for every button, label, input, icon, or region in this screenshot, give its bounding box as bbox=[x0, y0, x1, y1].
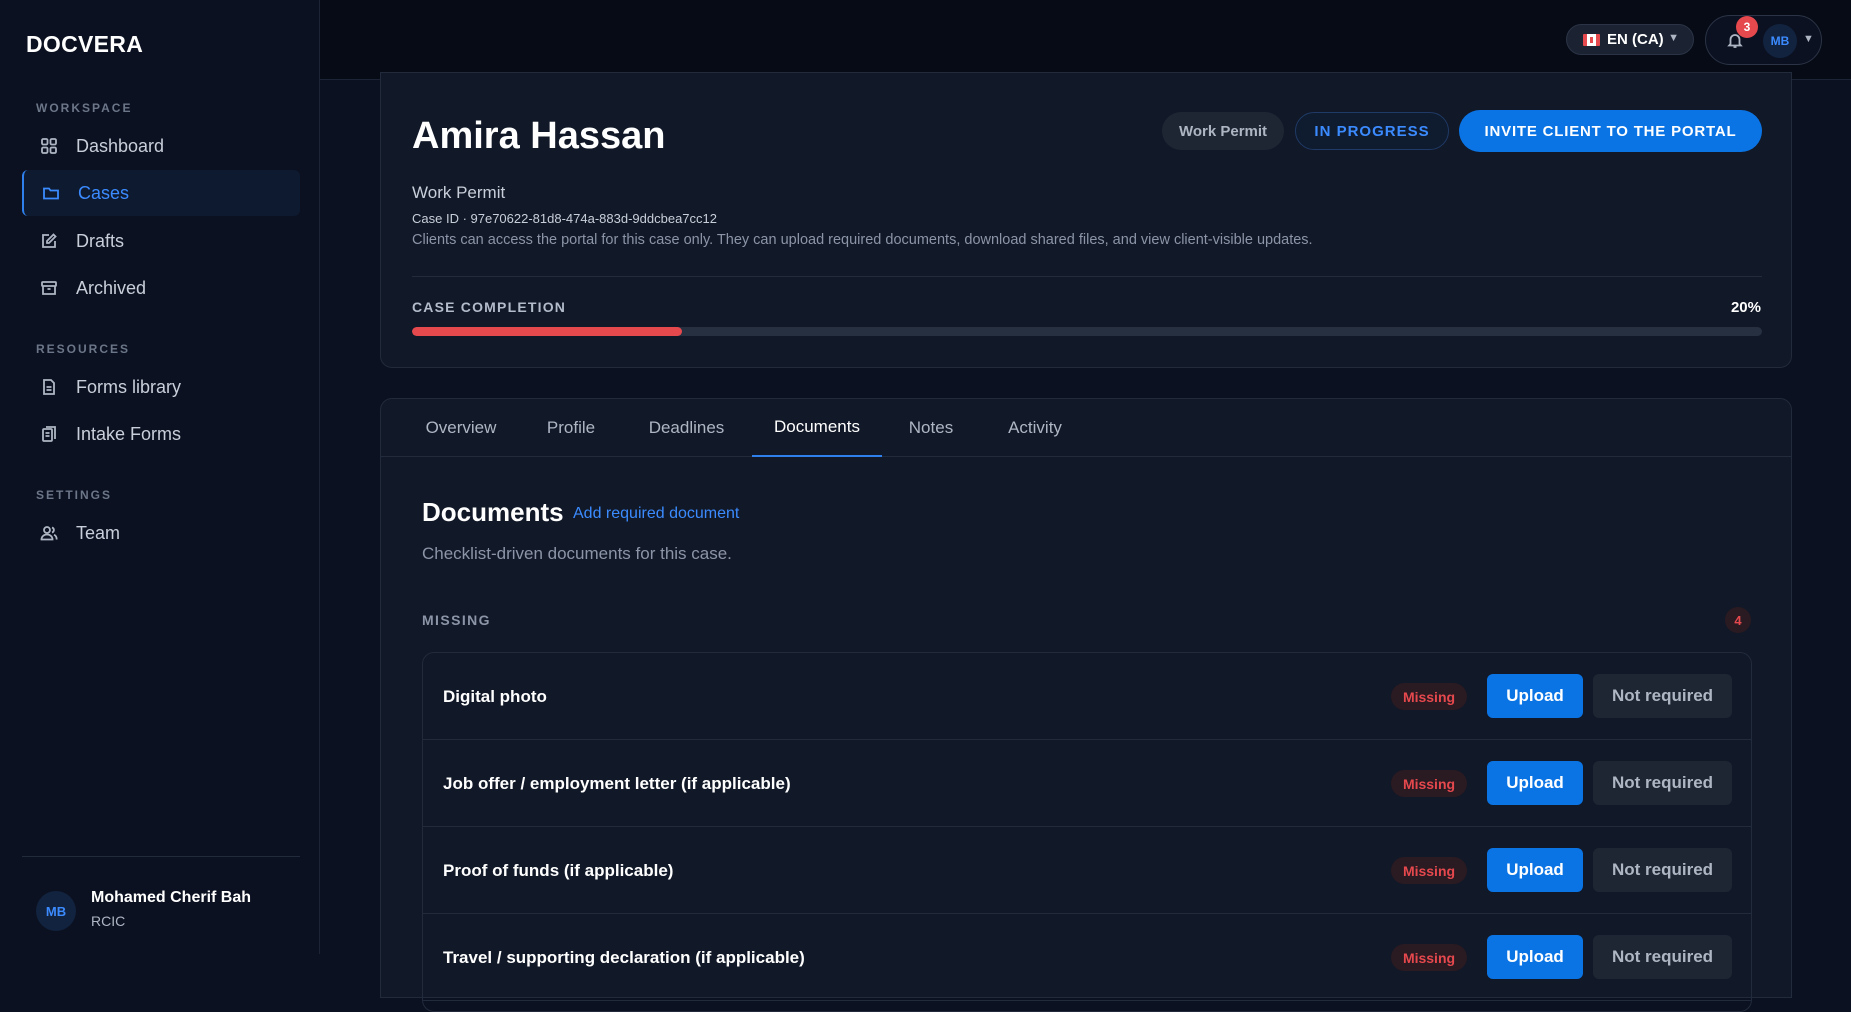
missing-count-badge: 4 bbox=[1725, 607, 1751, 633]
users-icon bbox=[40, 524, 58, 542]
invite-client-button[interactable]: INVITE CLIENT TO THE PORTAL bbox=[1459, 110, 1762, 152]
sidebar-item-label: Drafts bbox=[76, 230, 125, 251]
language-label: EN (CA) bbox=[1607, 31, 1664, 48]
page-title: Amira Hassan bbox=[412, 115, 666, 157]
upload-button[interactable]: Upload bbox=[1487, 848, 1583, 892]
list-item: Proof of funds (if applicable) Missing U… bbox=[423, 827, 1751, 914]
edit-icon bbox=[40, 232, 58, 250]
sidebar: DOCVERA WORKSPACE Dashboard Cases Drafts… bbox=[0, 0, 320, 954]
documents-subtitle: Checklist-driven documents for this case… bbox=[422, 544, 732, 563]
sidebar-item-intake-forms[interactable]: Intake Forms bbox=[22, 411, 300, 457]
sidebar-item-label: Cases bbox=[78, 182, 130, 203]
sidebar-item-team[interactable]: Team bbox=[22, 510, 300, 556]
document-name: Digital photo bbox=[443, 687, 547, 706]
section-label-resources: RESOURCES bbox=[36, 342, 131, 356]
documents-title: Documents bbox=[422, 497, 564, 527]
sidebar-item-dashboard[interactable]: Dashboard bbox=[22, 123, 300, 169]
archive-icon bbox=[40, 279, 58, 297]
avatar[interactable]: MB bbox=[36, 891, 76, 931]
language-selector[interactable]: EN (CA) ▼ bbox=[1566, 24, 1694, 55]
document-icon bbox=[40, 378, 58, 396]
status-badge: IN PROGRESS bbox=[1295, 112, 1449, 150]
sidebar-item-archived[interactable]: Archived bbox=[22, 265, 300, 311]
sidebar-divider bbox=[22, 856, 300, 857]
case-type: Work Permit bbox=[412, 183, 506, 202]
not-required-button[interactable]: Not required bbox=[1593, 761, 1732, 805]
status-badge: Missing bbox=[1391, 944, 1467, 971]
chevron-down-icon[interactable]: ▼ bbox=[1803, 33, 1814, 45]
document-name: Travel / supporting declaration (if appl… bbox=[443, 948, 805, 967]
document-name: Job offer / employment letter (if applic… bbox=[443, 774, 791, 793]
list-item: Job offer / employment letter (if applic… bbox=[423, 740, 1751, 827]
upload-button[interactable]: Upload bbox=[1487, 674, 1583, 718]
brand-logo[interactable]: DOCVERA bbox=[26, 31, 143, 58]
status-badge: Missing bbox=[1391, 683, 1467, 710]
completion-progress-bar bbox=[412, 327, 1762, 336]
sidebar-item-forms-library[interactable]: Forms library bbox=[22, 364, 300, 410]
chevron-down-icon: ▼ bbox=[1668, 32, 1679, 44]
user-menu[interactable]: 3 MB ▼ bbox=[1705, 15, 1822, 65]
notification-badge: 3 bbox=[1736, 16, 1758, 38]
missing-section-label: MISSING bbox=[422, 612, 491, 628]
clipboard-icon bbox=[40, 425, 58, 443]
upload-button[interactable]: Upload bbox=[1487, 935, 1583, 979]
tab-profile[interactable]: Profile bbox=[521, 399, 621, 457]
list-item: Travel / supporting declaration (if appl… bbox=[423, 914, 1751, 1001]
case-id: Case ID · 97e70622-81d8-474a-883d-9ddcbe… bbox=[412, 211, 717, 226]
completion-label: CASE COMPLETION bbox=[412, 299, 567, 315]
sidebar-item-cases[interactable]: Cases bbox=[22, 170, 300, 216]
documents-card: Overview Profile Deadlines Documents Not… bbox=[380, 398, 1792, 1012]
case-type-chip: Work Permit bbox=[1162, 112, 1284, 150]
case-description: Clients can access the portal for this c… bbox=[412, 232, 1313, 248]
sidebar-item-label: Dashboard bbox=[76, 135, 165, 156]
case-header-card: Amira Hassan Work Permit Case ID · 97e70… bbox=[380, 72, 1792, 368]
divider bbox=[412, 276, 1762, 277]
tab-documents[interactable]: Documents bbox=[752, 399, 882, 457]
document-name: Proof of funds (if applicable) bbox=[443, 861, 674, 880]
sidebar-item-label: Intake Forms bbox=[76, 423, 182, 444]
not-required-button[interactable]: Not required bbox=[1593, 848, 1732, 892]
status-badge: Missing bbox=[1391, 770, 1467, 797]
not-required-button[interactable]: Not required bbox=[1593, 674, 1732, 718]
sidebar-item-drafts[interactable]: Drafts bbox=[22, 218, 300, 264]
completion-progress-fill bbox=[412, 327, 682, 336]
section-label-settings: SETTINGS bbox=[36, 488, 113, 502]
folder-icon bbox=[42, 184, 60, 202]
sidebar-item-label: Forms library bbox=[76, 376, 182, 397]
section-label-workspace: WORKSPACE bbox=[36, 101, 133, 115]
tab-activity[interactable]: Activity bbox=[980, 399, 1090, 457]
add-required-document-link[interactable]: Add required document bbox=[573, 505, 739, 523]
user-role: RCIC bbox=[91, 913, 126, 929]
tab-deadlines[interactable]: Deadlines bbox=[621, 399, 752, 457]
sidebar-item-label: Team bbox=[76, 522, 121, 543]
sidebar-item-label: Archived bbox=[76, 277, 147, 298]
list-item: Digital photo Missing Upload Not require… bbox=[423, 653, 1751, 740]
canada-flag-icon bbox=[1583, 33, 1600, 46]
case-tabs: Overview Profile Deadlines Documents Not… bbox=[381, 399, 1791, 457]
topbar: EN (CA) ▼ 3 MB ▼ bbox=[320, 0, 1851, 80]
status-badge: Missing bbox=[1391, 857, 1467, 884]
upload-button[interactable]: Upload bbox=[1487, 761, 1583, 805]
user-name: Mohamed Cherif Bah bbox=[91, 889, 252, 906]
not-required-button[interactable]: Not required bbox=[1593, 935, 1732, 979]
completion-percent: 20% bbox=[1730, 299, 1761, 316]
grid-icon bbox=[40, 137, 58, 155]
avatar[interactable]: MB bbox=[1763, 24, 1797, 58]
missing-documents-list: Digital photo Missing Upload Not require… bbox=[422, 652, 1752, 1012]
tab-overview[interactable]: Overview bbox=[401, 399, 521, 457]
tab-notes[interactable]: Notes bbox=[882, 399, 980, 457]
